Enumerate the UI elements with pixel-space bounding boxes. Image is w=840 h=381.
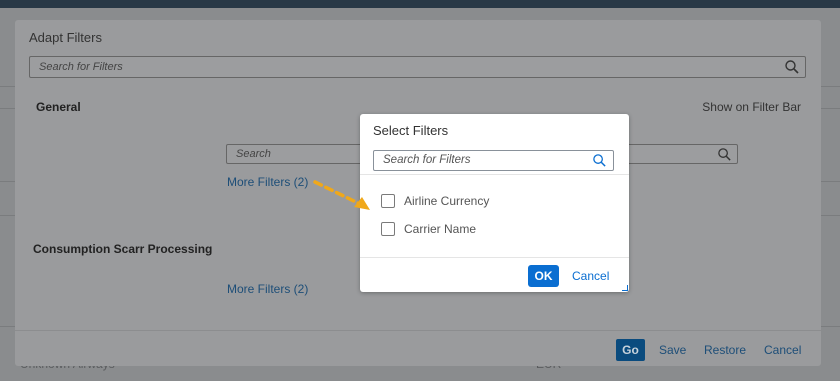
more-filters-link-general[interactable]: More Filters (2) [227,175,308,189]
filter-option-label: Airline Currency [404,194,490,208]
search-icon[interactable] [784,59,800,75]
select-filters-title: Select Filters [373,123,449,138]
section-title-consumption-scarr-processing: Consumption Scarr Processing [33,242,213,256]
checkbox-icon[interactable] [381,194,395,208]
filter-option-carrier-name[interactable]: Carrier Name [381,221,476,237]
dialog-footer-divider [15,330,821,331]
cancel-button[interactable]: Cancel [764,343,801,357]
checkbox-icon[interactable] [381,222,395,236]
popup-cancel-button[interactable]: Cancel [572,269,609,283]
resize-grip-icon[interactable] [622,285,628,291]
search-placeholder: Search for Filters [383,154,471,166]
ok-button[interactable]: OK [528,265,559,287]
section-title-general: General [36,100,81,114]
adapt-filters-title: Adapt Filters [29,30,102,45]
app-shell-bar [0,0,840,8]
search-placeholder: Search for Filters [39,61,123,73]
filter-option-label: Carrier Name [404,222,477,236]
save-button[interactable]: Save [659,343,686,357]
search-icon[interactable] [717,147,732,162]
more-filters-link-consumption[interactable]: More Filters (2) [227,282,308,296]
go-button[interactable]: Go [616,339,645,361]
search-placeholder: Search [236,148,271,160]
select-filters-popup: Select Filters Search for Filters Airlin… [360,114,629,292]
filter-option-airline-currency[interactable]: Airline Currency [381,193,489,209]
restore-button[interactable]: Restore [704,343,746,357]
popup-footer-divider [360,257,629,258]
popup-header-divider [360,174,629,175]
annotation-arrow-icon [313,180,370,210]
search-icon[interactable] [592,153,607,168]
select-filters-search-input[interactable]: Search for Filters [373,150,614,171]
show-on-filter-bar-label: Show on Filter Bar [702,100,801,114]
adapt-filters-search-input[interactable]: Search for Filters [29,56,806,78]
